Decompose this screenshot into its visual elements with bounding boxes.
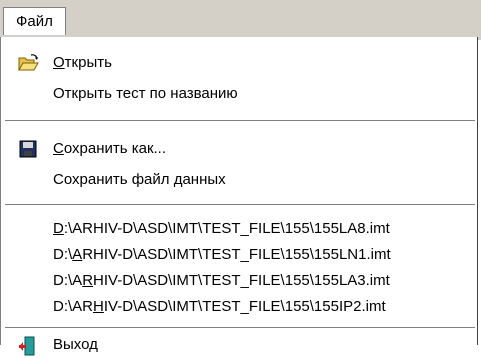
save-disk-icon [19, 140, 37, 158]
accel-key: A [72, 246, 83, 263]
recent-file-3[interactable]: D:\ARHIV-D\ASD\IMT\TEST_FILE\155\155LA3.… [1, 267, 477, 295]
menu-item-exit[interactable]: Выход [1, 331, 477, 359]
menu-item-open-test-by-name[interactable]: Открыть тест по названию [1, 80, 477, 108]
menu-item-label: ткрыть [64, 54, 112, 71]
recent-path-part: HIV-D\ASD\IMT\TEST_FILE\155\155LA3.imt [93, 272, 390, 289]
accel-key: D [53, 220, 64, 237]
open-folder-icon [18, 54, 39, 71]
menu-item-save-data-file[interactable]: Сохранить файл данных [1, 166, 477, 194]
recent-file-1[interactable]: D:\ARHIV-D\ASD\IMT\TEST_FILE\155\155LA8.… [1, 215, 477, 243]
recent-file-4[interactable]: D:\ARHIV-D\ASD\IMT\TEST_FILE\155\155IP2.… [1, 293, 477, 321]
menu-item-save-as[interactable]: Сохранить как... [1, 135, 477, 163]
accel-key: О [53, 54, 65, 71]
menu-item-label: Открыть тест по названию [53, 85, 238, 102]
exit-door-icon [19, 336, 35, 356]
menu-separator [5, 204, 475, 206]
accel-key: С [53, 140, 64, 157]
recent-path-part: D:\AR [53, 298, 94, 315]
recent-file-2[interactable]: D:\ARHIV-D\ASD\IMT\TEST_FILE\155\155LN1.… [1, 241, 477, 269]
menu-item-open[interactable]: Открыть [1, 49, 477, 77]
accel-key: H [93, 298, 104, 315]
menu-separator [5, 327, 475, 329]
accel-key: R [82, 272, 94, 289]
recent-path-part: IV-D\ASD\IMT\TEST_FILE\155\155IP2.imt [103, 298, 386, 315]
menu-separator [5, 120, 475, 122]
recent-path-part: D:\ [53, 246, 73, 263]
menu-file[interactable]: Файл [3, 7, 66, 35]
recent-path-part: :\ARHIV-D\ASD\IMT\TEST_FILE\155\155LA8.i… [63, 220, 390, 237]
menu-bar: Файл [0, 0, 481, 40]
recent-path-part: D:\A [53, 272, 83, 289]
file-menu-dropdown: Открыть Открыть тест по названию Сохрани… [0, 37, 478, 356]
menu-item-label: Сохранить файл данных [53, 171, 226, 188]
recent-path-part: RHIV-D\ASD\IMT\TEST_FILE\155\155LN1.imt [82, 246, 391, 263]
menu-item-label: охранить как... [63, 140, 167, 157]
